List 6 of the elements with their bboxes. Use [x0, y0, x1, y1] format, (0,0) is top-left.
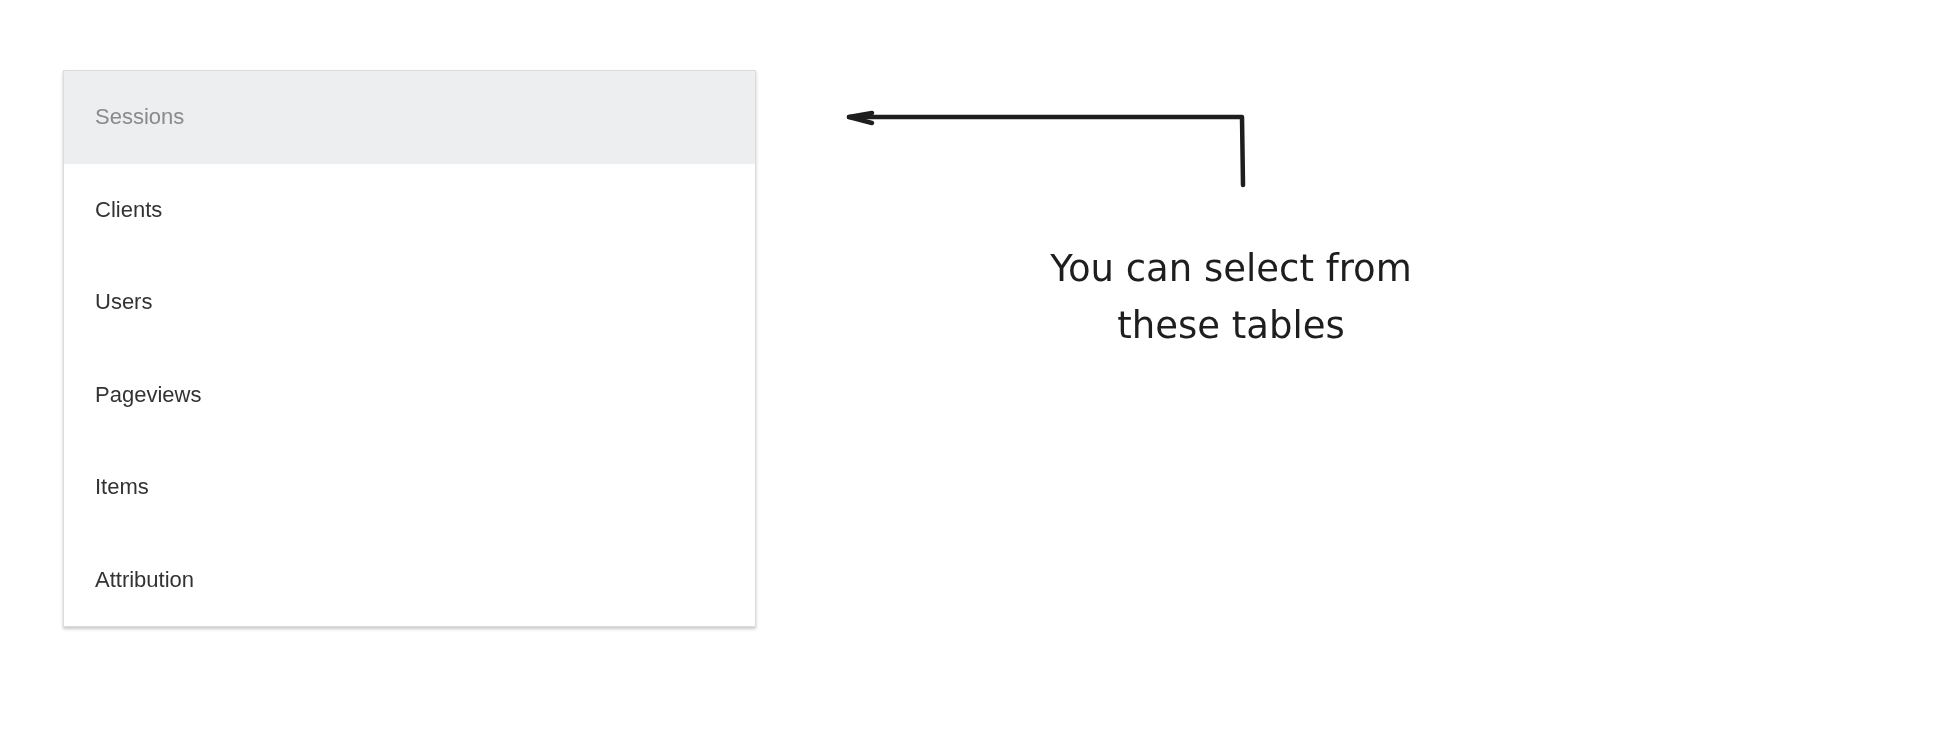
annotation-text: You can select from these tables	[1049, 246, 1413, 349]
menu-item[interactable]: Attribution	[64, 533, 755, 626]
menu-item[interactable]: Pageviews	[64, 348, 755, 441]
menu-item[interactable]: Clients	[64, 163, 755, 256]
menu-item[interactable]: Users	[64, 256, 755, 349]
menu-item[interactable]: Items	[64, 441, 755, 534]
